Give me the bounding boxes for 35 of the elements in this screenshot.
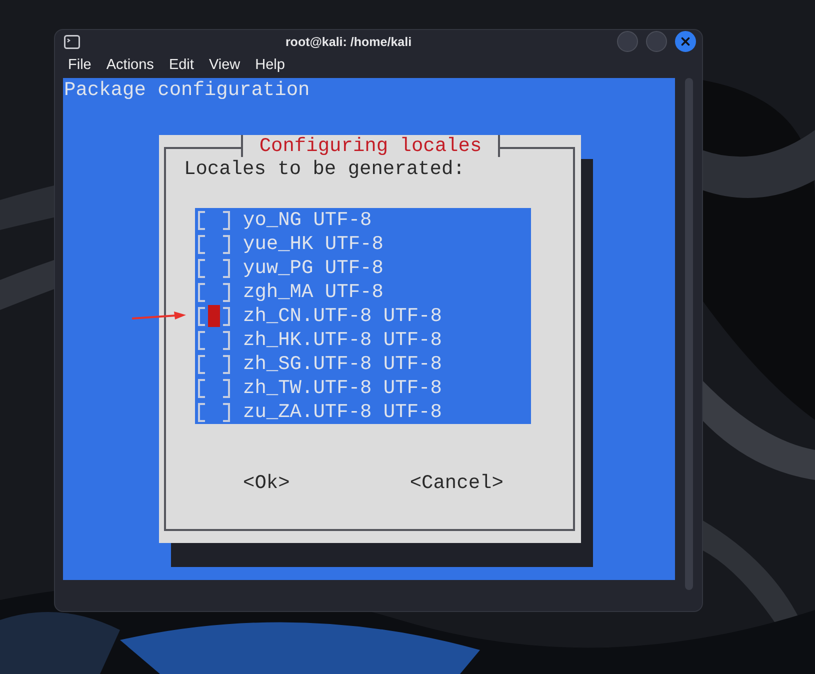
menu-item[interactable]: Help	[255, 56, 285, 73]
screen-heading: Package configuration	[63, 78, 310, 102]
scrollbar[interactable]	[685, 78, 693, 590]
cancel-button[interactable]: <Cancel>	[410, 471, 504, 495]
window-title: root@kali: /home/kali	[284, 34, 413, 49]
dialog-title: Configuring locales	[241, 135, 500, 157]
dialog-prompt: Locales to be generated:	[184, 157, 465, 181]
checkbox[interactable]	[198, 330, 230, 350]
menu-item[interactable]: Edit	[168, 56, 194, 73]
locale-label: yue_HK UTF-8	[243, 232, 384, 256]
locale-label: zu_ZA.UTF-8 UTF-8	[243, 400, 442, 424]
locale-label: zh_SG.UTF-8 UTF-8	[243, 352, 442, 376]
locale-label: zh_CN.UTF-8 UTF-8	[243, 304, 442, 328]
menu-item[interactable]: Actions	[106, 56, 154, 73]
locale-label: zh_TW.UTF-8 UTF-8	[243, 376, 442, 400]
locale-label: zgh_MA UTF-8	[243, 280, 384, 304]
checkbox[interactable]	[198, 402, 230, 422]
locale-label: zh_HK.UTF-8 UTF-8	[243, 328, 442, 352]
ok-button[interactable]: <Ok>	[243, 471, 290, 495]
checkbox[interactable]	[198, 354, 230, 374]
checkbox[interactable]	[198, 378, 230, 398]
close-icon	[679, 35, 692, 48]
checkbox[interactable]	[198, 306, 230, 326]
locale-label: yo_NG UTF-8	[243, 208, 372, 232]
close-button[interactable]	[675, 31, 696, 52]
menu-item[interactable]: View	[208, 56, 240, 73]
terminal-icon	[64, 34, 80, 49]
checkbox[interactable]	[198, 234, 230, 254]
locale-label: yuw_PG UTF-8	[243, 256, 384, 280]
checkbox[interactable]	[198, 210, 230, 230]
menu-item[interactable]: File	[68, 56, 92, 73]
checkbox[interactable]	[198, 282, 230, 302]
minimize-button[interactable]	[617, 31, 638, 52]
checkbox[interactable]	[198, 258, 230, 278]
maximize-button[interactable]	[646, 31, 667, 52]
